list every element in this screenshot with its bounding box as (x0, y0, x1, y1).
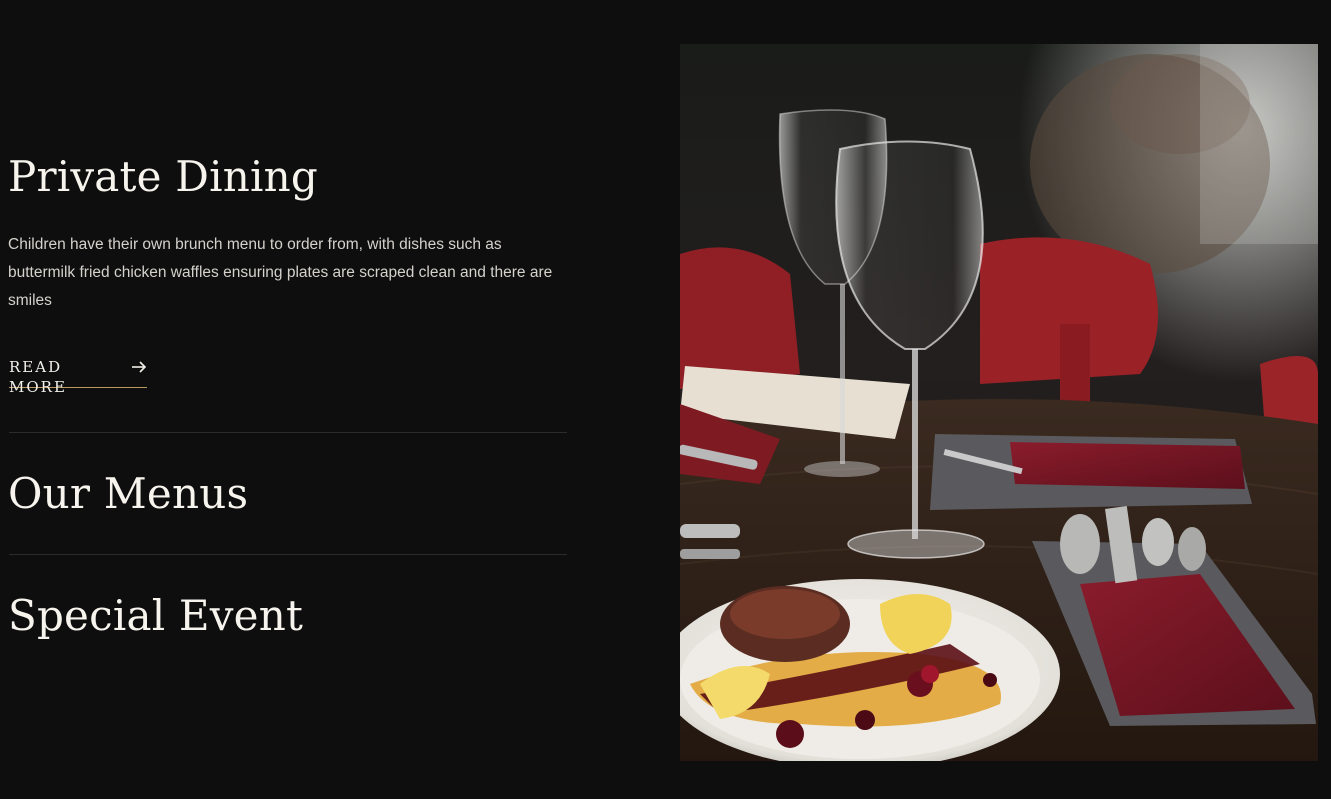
restaurant-table-photo (680, 44, 1318, 761)
content-column: Private Dining Children have their own b… (0, 0, 600, 799)
read-more-label: READ MORE (9, 358, 67, 396)
special-event-heading[interactable]: Special Event (8, 595, 303, 637)
section-divider (9, 554, 567, 555)
our-menus-heading[interactable]: Our Menus (8, 473, 248, 515)
read-more-link[interactable]: READ MORE (9, 357, 147, 396)
private-dining-heading[interactable]: Private Dining (8, 156, 318, 198)
section-divider (9, 432, 567, 433)
arrow-right-icon (131, 357, 147, 377)
private-dining-description: Children have their own brunch menu to o… (8, 236, 553, 309)
